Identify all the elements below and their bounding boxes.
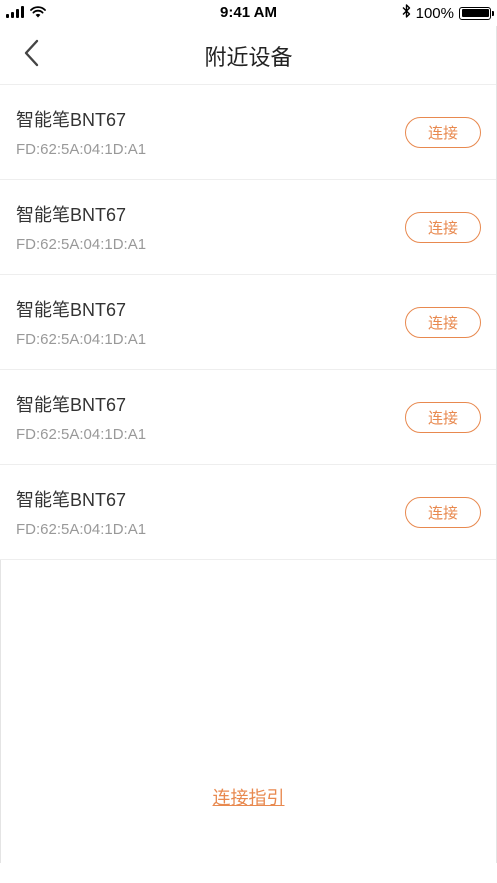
device-row: 智能笔BNT67 FD:62:5A:04:1D:A1 连接 <box>0 275 497 370</box>
battery-percent: 100% <box>415 4 454 22</box>
connect-button[interactable]: 连接 <box>405 212 481 243</box>
device-mac-address: FD:62:5A:04:1D:A1 <box>16 331 147 348</box>
connect-button[interactable]: 连接 <box>405 117 481 148</box>
guide-link-container: 连接指引 <box>0 784 497 810</box>
device-mac-address: FD:62:5A:04:1D:A1 <box>16 236 147 253</box>
device-row: 智能笔BNT67 FD:62:5A:04:1D:A1 连接 <box>0 465 497 560</box>
device-mac-address: FD:62:5A:04:1D:A1 <box>16 141 147 158</box>
device-mac-address: FD:62:5A:04:1D:A1 <box>16 426 147 443</box>
status-bar: 9:41 AM 100% <box>0 0 497 26</box>
page-title: 附近设备 <box>204 45 293 70</box>
connection-guide-link[interactable]: 连接指引 <box>213 788 285 808</box>
bluetooth-icon <box>402 4 411 22</box>
device-row: 智能笔BNT67 FD:62:5A:04:1D:A1 连接 <box>0 85 497 180</box>
device-mac-address: FD:62:5A:04:1D:A1 <box>16 521 147 538</box>
connect-button[interactable]: 连接 <box>405 497 481 528</box>
connect-button[interactable]: 连接 <box>405 402 481 433</box>
connect-button[interactable]: 连接 <box>405 307 481 338</box>
status-right: 100% <box>402 4 494 22</box>
chevron-left-icon <box>23 39 39 72</box>
battery-fill <box>461 9 489 17</box>
device-name: 智能笔BNT67 <box>16 205 127 225</box>
device-name: 智能笔BNT67 <box>16 395 127 415</box>
device-row: 智能笔BNT67 FD:62:5A:04:1D:A1 连接 <box>0 370 497 465</box>
device-name: 智能笔BNT67 <box>16 490 127 510</box>
device-name: 智能笔BNT67 <box>16 110 127 130</box>
nav-bar: 附近设备 <box>0 26 497 85</box>
battery-icon <box>459 6 494 20</box>
device-name: 智能笔BNT67 <box>16 300 127 320</box>
left-divider <box>0 560 1 863</box>
device-row: 智能笔BNT67 FD:62:5A:04:1D:A1 连接 <box>0 180 497 275</box>
back-button[interactable] <box>14 38 48 72</box>
device-list: 智能笔BNT67 FD:62:5A:04:1D:A1 连接 智能笔BNT67 F… <box>0 85 497 560</box>
